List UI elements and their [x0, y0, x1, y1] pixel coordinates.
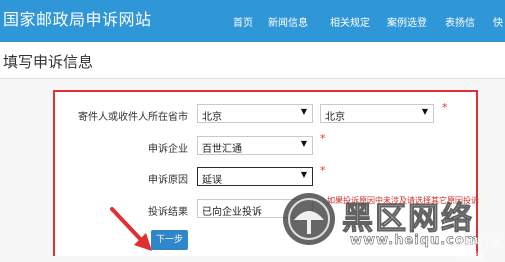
company-label: 申诉企业 [148, 144, 188, 155]
chevron-down-icon: ▼ [300, 139, 307, 148]
chevron-down-icon: ▼ [300, 107, 307, 116]
result-value: 已向企业投诉 [202, 207, 262, 218]
city-value: 北京 [325, 112, 345, 123]
reason-value: 延误 [202, 175, 222, 186]
province-select[interactable]: 北京 ▼ [197, 104, 313, 123]
nav-cases[interactable]: 案例选登 [387, 14, 427, 29]
watermark: 黑区网络 www.heiqu.com 头条号 / 黑区网络 [280, 190, 505, 262]
annotation-arrow-icon [110, 207, 152, 251]
city-select[interactable]: 北京 ▼ [320, 104, 434, 123]
province-value: 北京 [202, 112, 222, 123]
required-mark: * [320, 132, 326, 145]
site-title[interactable]: 国家邮政局申诉网站 [3, 6, 152, 30]
watermark-logo-icon [283, 193, 335, 245]
nav-more[interactable]: 快 [493, 14, 503, 29]
company-value: 百世汇通 [202, 144, 242, 155]
chevron-down-icon: ▼ [421, 107, 428, 116]
top-header: 国家邮政局申诉网站 首页 新闻信息 相关规定 案例选登 表扬信 快 [0, 0, 505, 42]
required-mark: * [320, 164, 326, 177]
watermark-brand: 黑区网络 [342, 201, 474, 238]
required-mark: * [442, 101, 448, 114]
nav-praise[interactable]: 表扬信 [445, 14, 475, 29]
location-label: 寄件人或收件人所在省市 [78, 112, 188, 123]
nav-home[interactable]: 首页 [233, 14, 253, 29]
nav-regulations[interactable]: 相关规定 [330, 14, 370, 29]
company-select[interactable]: 百世汇通 ▼ [197, 136, 313, 155]
page-header: 填写申诉信息 [0, 42, 505, 79]
page-title: 填写申诉信息 [3, 53, 94, 71]
nav-news[interactable]: 新闻信息 [268, 14, 308, 29]
reason-select[interactable]: 延误 ▼ [197, 167, 313, 186]
watermark-sub: 头条号 / 黑区网络 [456, 239, 501, 262]
chevron-down-icon: ▼ [300, 170, 307, 179]
reason-label: 申诉原因 [148, 175, 188, 186]
